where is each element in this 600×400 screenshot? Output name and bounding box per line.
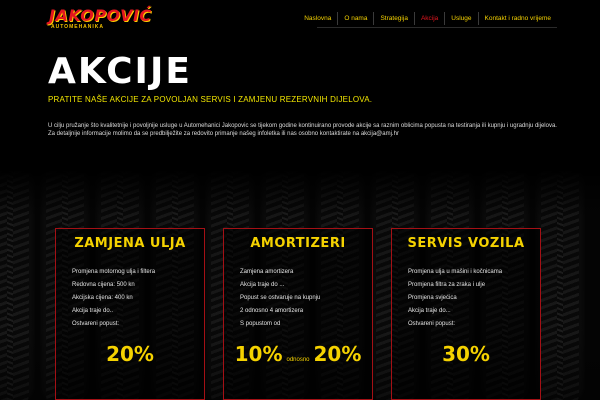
card-items: Zamjena amortizera Akcija traje do ... P… (240, 266, 372, 331)
card-item: Akcija traje do.. (72, 308, 114, 314)
site-header: JAKOPOVIĆ AUTOMEHANIKA Naslovna O nama S… (0, 0, 600, 36)
card-item: Ostvareni popust: (408, 321, 456, 327)
nav-item-usluge[interactable]: Usluge (444, 12, 477, 25)
card-item: Promjena ulja u mašini i kočnicama (408, 269, 503, 275)
brand-name: JAKOPOVIĆ (49, 6, 152, 25)
card-item: Ostvareni popust: (72, 321, 120, 327)
offer-card-car-service[interactable]: SERVIS VOZILA Promjena ulja u mašini i k… (391, 228, 541, 400)
nav-item-o-nama[interactable]: O nama (337, 12, 373, 25)
card-item: S popustom od (240, 321, 281, 327)
card-discount: 30% (442, 342, 490, 366)
card-title: AMORTIZERI (250, 236, 346, 251)
description-paragraph-1: U cilju pružanje što kvalitetnije i povo… (48, 123, 557, 129)
card-items: Promjena motornog ulja i filtera Redovna… (72, 266, 204, 331)
card-discount: 10% odnosno 20% (224, 342, 372, 366)
page-lead: PRATITE NAŠE AKCIJE ZA POVOLJAN SERVIS I… (48, 95, 373, 104)
offer-card-shock-absorbers[interactable]: AMORTIZERI Zamjena amortizera Akcija tra… (223, 228, 373, 400)
discount-join: odnosno (286, 357, 310, 363)
nav-item-akcija[interactable]: Akcija (413, 12, 444, 25)
card-item: Akcija traje do... (408, 308, 451, 314)
card-item: Promjena filtra za zraka i ulje (408, 282, 486, 288)
card-item: Redovna cijena: 500 kn (72, 282, 135, 288)
card-discount: 20% (106, 342, 154, 366)
nav-item-kontakt[interactable]: Kontakt i radno vrijeme (477, 12, 557, 25)
brand-logo[interactable]: JAKOPOVIĆ AUTOMEHANIKA (49, 6, 152, 31)
main-nav: Naslovna O nama Strategija Akcija Usluge… (298, 12, 557, 25)
card-item: Akcija traje do ... (240, 282, 285, 288)
description-paragraph-2: Za detaljnije informacije molimo da se p… (48, 131, 399, 137)
card-item: Promjena svjećica (408, 295, 457, 301)
card-item: Popust se ostvaruje na kupnju (240, 295, 321, 301)
card-title: SERVIS VOZILA (407, 236, 525, 251)
page-title: AKCIJE (48, 51, 192, 92)
nav-divider (317, 27, 557, 28)
card-item: Promjena motornog ulja i filtera (72, 269, 156, 275)
card-title: ZAMJENA ULJA (74, 236, 186, 251)
card-item: Akcijska cijena: 400 kn (72, 295, 133, 301)
discount-b: 20% (313, 342, 362, 366)
page-description: U cilju pružanje što kvalitetnije i povo… (48, 122, 558, 138)
nav-item-naslovna[interactable]: Naslovna (298, 12, 337, 25)
card-item: Zamjena amortizera (240, 269, 294, 275)
card-item: 2 odnosno 4 amortizera (240, 308, 304, 314)
offer-card-oil-change[interactable]: ZAMJENA ULJA Promjena motornog ulja i fi… (55, 228, 205, 400)
nav-item-strategija[interactable]: Strategija (373, 12, 413, 25)
discount-a: 10% (234, 342, 283, 366)
card-items: Promjena ulja u mašini i kočnicama Promj… (408, 266, 540, 331)
